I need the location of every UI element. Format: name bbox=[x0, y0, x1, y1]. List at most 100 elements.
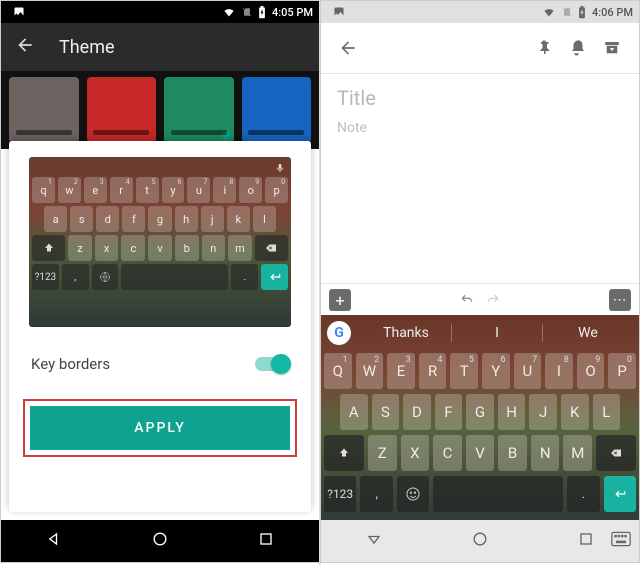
nav-recents-icon[interactable] bbox=[576, 529, 596, 553]
nav-home-icon[interactable] bbox=[470, 529, 490, 553]
key-y[interactable]: y6 bbox=[162, 177, 185, 203]
status-bar: 4:06 PM bbox=[321, 1, 639, 23]
key-b[interactable]: B bbox=[498, 435, 527, 471]
key-s[interactable]: s bbox=[70, 206, 93, 232]
theme-swatch[interactable] bbox=[9, 77, 79, 143]
key-z[interactable]: Z bbox=[368, 435, 397, 471]
emoji-key[interactable] bbox=[92, 264, 119, 290]
space-key[interactable] bbox=[121, 264, 228, 290]
key-j[interactable]: j bbox=[201, 206, 224, 232]
enter-key[interactable] bbox=[604, 476, 636, 512]
key-g[interactable]: G bbox=[466, 394, 494, 430]
nav-home-icon[interactable] bbox=[150, 529, 170, 553]
key-s[interactable]: S bbox=[372, 394, 400, 430]
key-m[interactable]: m bbox=[228, 235, 252, 261]
key-e[interactable]: E3 bbox=[387, 353, 415, 389]
google-icon[interactable]: G bbox=[327, 321, 351, 345]
keyboard[interactable]: G Thanks I We Q1W2E3R4T5Y6U7I8O9P0ASDFGH… bbox=[321, 315, 639, 520]
right-phone: 4:06 PM Title Note + ⋯ G Thanks bbox=[320, 0, 640, 563]
numbers-key[interactable]: ?123 bbox=[324, 476, 356, 512]
key-k[interactable]: K bbox=[561, 394, 589, 430]
enter-key[interactable] bbox=[261, 264, 288, 290]
shift-key[interactable] bbox=[32, 235, 65, 261]
back-icon[interactable] bbox=[331, 38, 365, 58]
theme-swatch[interactable] bbox=[242, 77, 312, 143]
suggestion-2[interactable]: I bbox=[452, 325, 542, 341]
backspace-key[interactable] bbox=[255, 235, 288, 261]
nav-recents-icon[interactable] bbox=[256, 529, 276, 553]
key-i[interactable]: i8 bbox=[213, 177, 236, 203]
key-r[interactable]: r4 bbox=[110, 177, 133, 203]
title-input[interactable]: Title bbox=[337, 86, 623, 110]
key-n[interactable]: n bbox=[202, 235, 226, 261]
redo-icon[interactable] bbox=[480, 289, 506, 311]
undo-icon[interactable] bbox=[454, 289, 480, 311]
back-icon[interactable] bbox=[15, 35, 35, 60]
key-o[interactable]: O9 bbox=[577, 353, 605, 389]
key-f[interactable]: F bbox=[435, 394, 463, 430]
key-q[interactable]: Q1 bbox=[324, 353, 352, 389]
key-r[interactable]: R4 bbox=[419, 353, 447, 389]
key-b[interactable]: b bbox=[175, 235, 199, 261]
key-a[interactable]: a bbox=[44, 206, 67, 232]
comma-key[interactable]: , bbox=[62, 264, 89, 290]
key-i[interactable]: I8 bbox=[545, 353, 573, 389]
nav-bar bbox=[321, 520, 639, 562]
apply-button[interactable]: APPLY bbox=[30, 406, 290, 450]
key-y[interactable]: Y6 bbox=[482, 353, 510, 389]
key-h[interactable]: H bbox=[498, 394, 526, 430]
pin-icon[interactable] bbox=[527, 39, 561, 57]
key-w[interactable]: W2 bbox=[356, 353, 384, 389]
key-h[interactable]: h bbox=[175, 206, 198, 232]
key-f[interactable]: f bbox=[122, 206, 145, 232]
key-w[interactable]: w2 bbox=[58, 177, 81, 203]
period-key[interactable]: . bbox=[567, 476, 599, 512]
key-t[interactable]: t5 bbox=[136, 177, 159, 203]
suggestion-3[interactable]: We bbox=[543, 325, 633, 341]
reminder-icon[interactable] bbox=[561, 39, 595, 57]
key-c[interactable]: C bbox=[433, 435, 462, 471]
note-input[interactable]: Note bbox=[337, 120, 623, 136]
add-icon[interactable]: + bbox=[329, 289, 351, 311]
key-borders-switch[interactable] bbox=[255, 357, 289, 371]
backspace-key[interactable] bbox=[596, 435, 636, 471]
keyboard-switch-icon[interactable] bbox=[611, 529, 631, 553]
key-o[interactable]: o9 bbox=[239, 177, 262, 203]
key-e[interactable]: e3 bbox=[84, 177, 107, 203]
nav-back-icon[interactable] bbox=[364, 529, 384, 553]
key-c[interactable]: c bbox=[121, 235, 145, 261]
key-p[interactable]: p0 bbox=[265, 177, 288, 203]
key-u[interactable]: u7 bbox=[187, 177, 210, 203]
key-z[interactable]: z bbox=[68, 235, 92, 261]
key-m[interactable]: M bbox=[563, 435, 592, 471]
key-q[interactable]: q1 bbox=[32, 177, 55, 203]
key-k[interactable]: k bbox=[227, 206, 250, 232]
key-j[interactable]: J bbox=[529, 394, 557, 430]
shift-key[interactable] bbox=[324, 435, 364, 471]
overflow-icon[interactable]: ⋯ bbox=[609, 289, 631, 311]
emoji-key[interactable] bbox=[397, 476, 429, 512]
space-key[interactable] bbox=[433, 476, 563, 512]
key-a[interactable]: A bbox=[340, 394, 368, 430]
comma-key[interactable]: , bbox=[360, 476, 392, 512]
key-g[interactable]: g bbox=[148, 206, 171, 232]
numbers-key[interactable]: ?123 bbox=[32, 264, 59, 290]
archive-icon[interactable] bbox=[595, 39, 629, 57]
key-t[interactable]: T5 bbox=[450, 353, 478, 389]
theme-swatch[interactable] bbox=[87, 77, 157, 143]
theme-swatch[interactable] bbox=[164, 77, 234, 143]
key-l[interactable]: L bbox=[593, 394, 621, 430]
key-v[interactable]: v bbox=[148, 235, 172, 261]
nav-back-icon[interactable] bbox=[44, 529, 64, 553]
key-p[interactable]: P0 bbox=[608, 353, 636, 389]
key-d[interactable]: D bbox=[403, 394, 431, 430]
suggestion-1[interactable]: Thanks bbox=[361, 325, 451, 341]
key-l[interactable]: l bbox=[253, 206, 276, 232]
key-v[interactable]: V bbox=[466, 435, 495, 471]
key-d[interactable]: d bbox=[96, 206, 119, 232]
key-x[interactable]: x bbox=[95, 235, 119, 261]
key-x[interactable]: X bbox=[401, 435, 430, 471]
key-u[interactable]: U7 bbox=[514, 353, 542, 389]
key-n[interactable]: N bbox=[531, 435, 560, 471]
period-key[interactable]: . bbox=[231, 264, 258, 290]
